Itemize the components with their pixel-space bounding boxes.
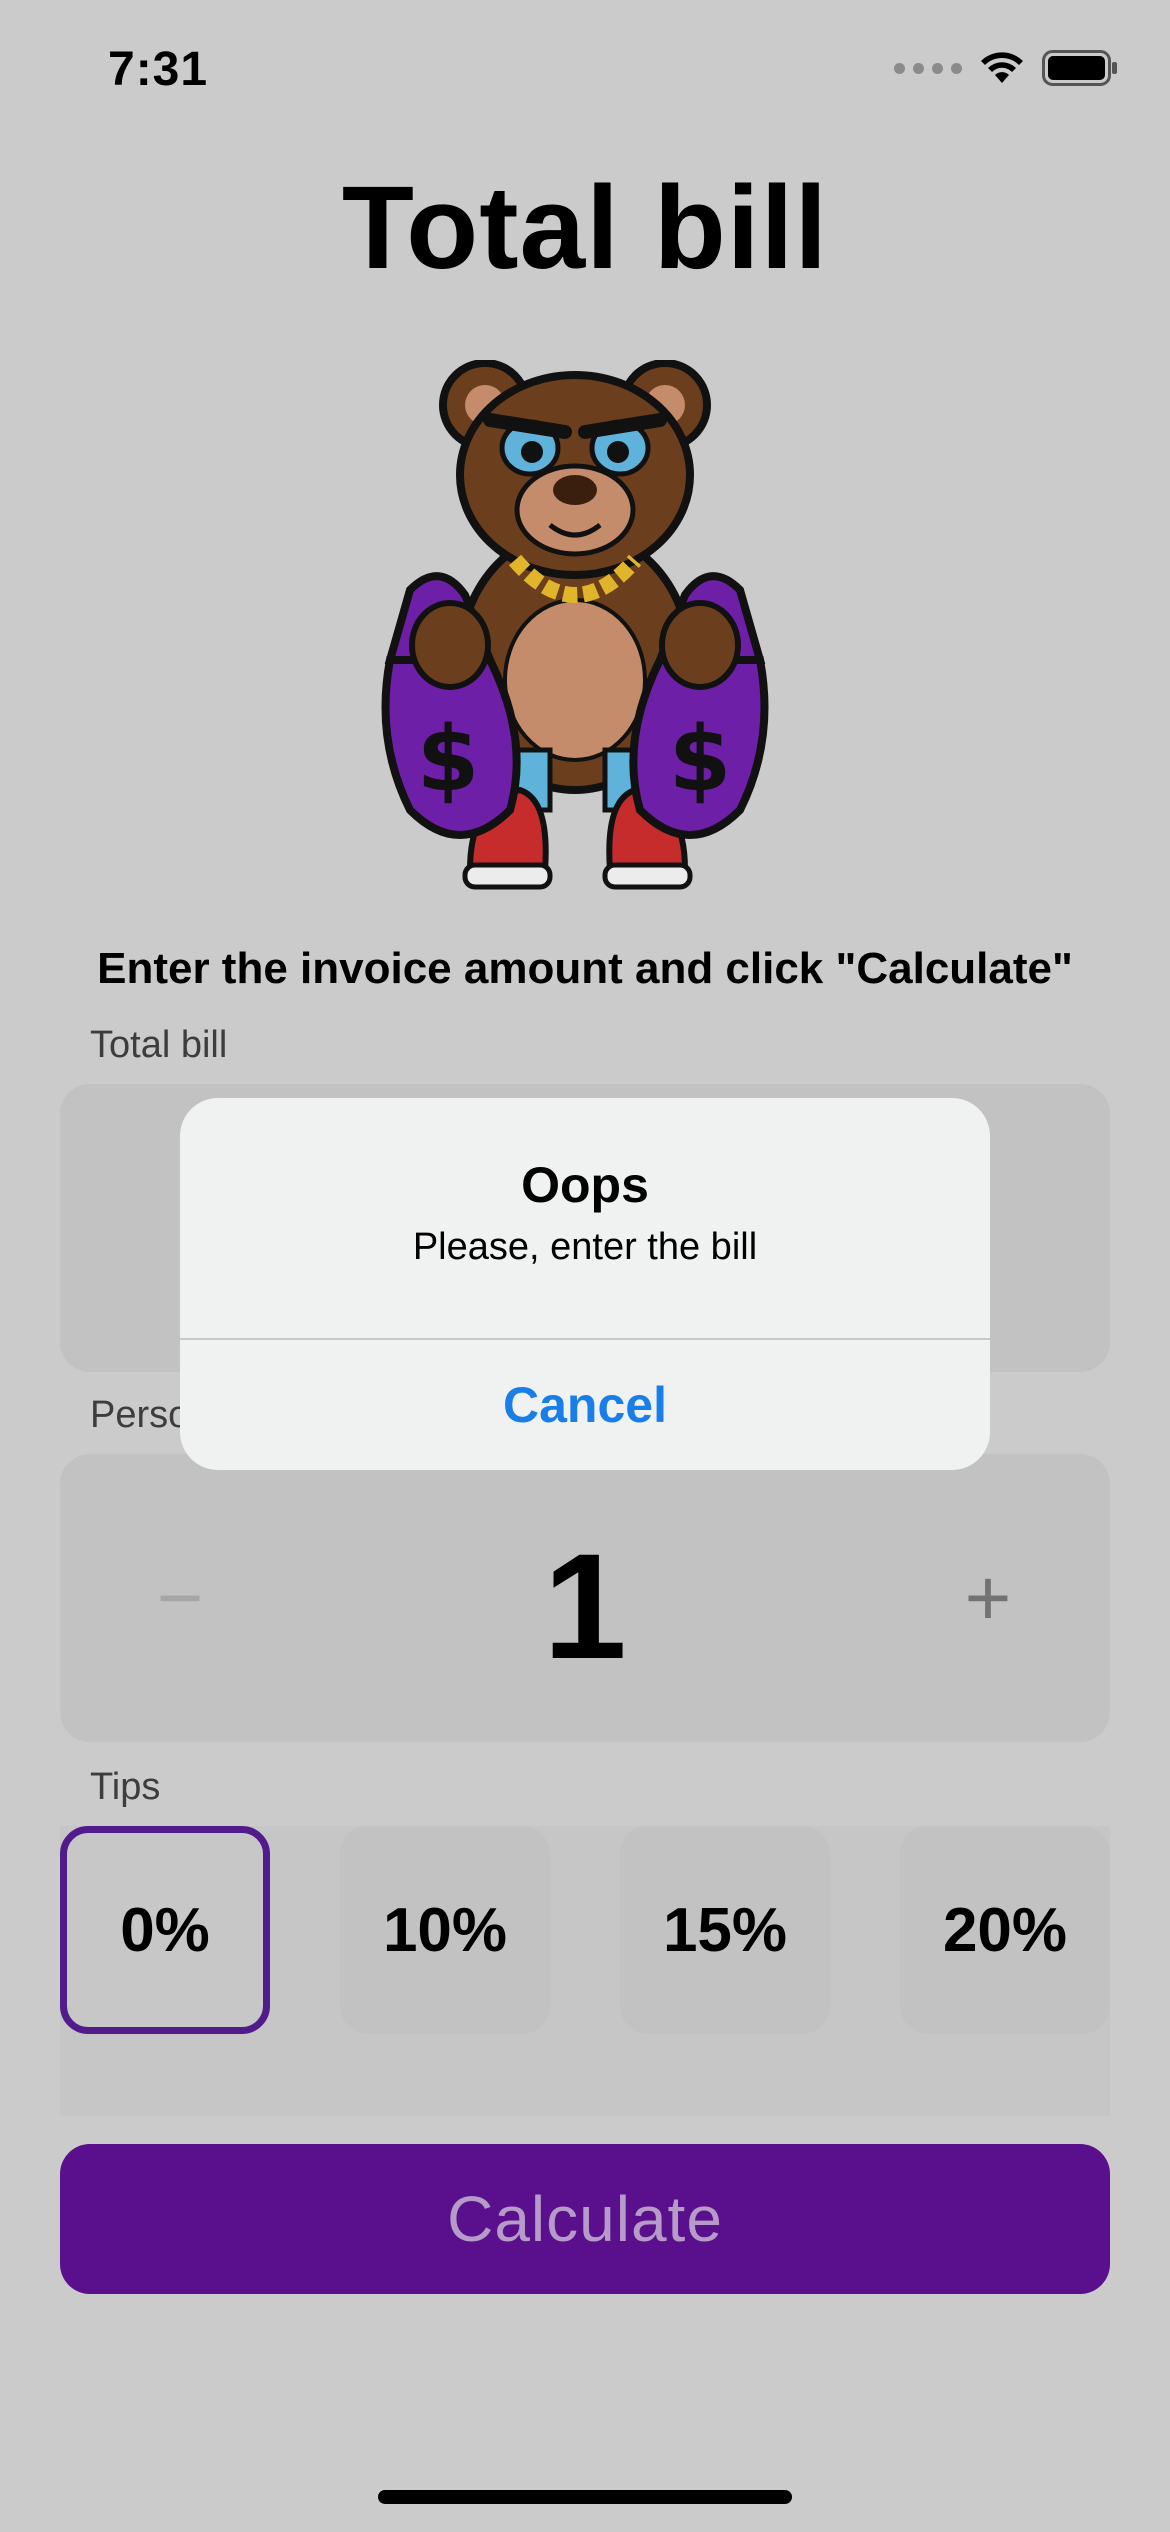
- minus-icon[interactable]: −: [130, 1548, 230, 1648]
- calculate-button[interactable]: Calculate: [60, 2144, 1110, 2294]
- cellular-signal-icon: [894, 62, 962, 74]
- tip-option-20[interactable]: 20%: [900, 1826, 1110, 2034]
- cancel-button[interactable]: Cancel: [180, 1340, 990, 1470]
- status-icons: [894, 50, 1118, 86]
- persons-label: Perso: [90, 1394, 190, 1436]
- alert-message: Please, enter the bill: [412, 1226, 758, 1268]
- dollar-sign-right: $: [669, 707, 732, 812]
- tip-option-10[interactable]: 10%: [340, 1826, 550, 2034]
- instruction-text: Enter the invoice amount and click "Calc…: [97, 944, 1073, 993]
- tip-option-15[interactable]: 15%: [620, 1826, 830, 2034]
- persons-count: 1: [543, 1522, 627, 1690]
- alert-title: Oops: [521, 1157, 649, 1213]
- home-indicator[interactable]: [378, 2490, 792, 2504]
- total-bill-label: Total bill: [90, 1024, 228, 1066]
- alert-dialog: Oops Please, enter the bill Cancel: [180, 1098, 990, 1470]
- tips-label: Tips: [90, 1766, 161, 1808]
- status-time: 7:31: [108, 43, 209, 96]
- plus-icon[interactable]: +: [938, 1548, 1038, 1648]
- bear-with-money-bags-illustration: $ $: [381, 360, 769, 890]
- battery-icon: [1042, 50, 1117, 86]
- dollar-sign-left: $: [417, 707, 480, 812]
- page-title: Total bill: [341, 162, 829, 294]
- wifi-icon: [981, 52, 1023, 83]
- tip-option-0[interactable]: 0%: [60, 1826, 270, 2034]
